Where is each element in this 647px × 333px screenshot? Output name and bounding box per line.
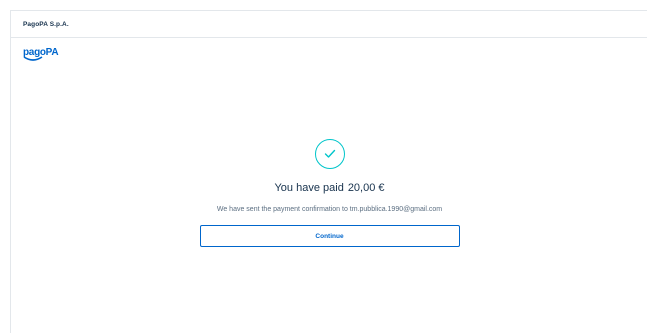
checkmark-icon	[324, 149, 335, 158]
top-bar: PagoPA S.p.A.	[11, 11, 647, 38]
page-frame: PagoPA S.p.A. pagoPA You have paid 20,00 …	[10, 10, 647, 333]
company-name: PagoPA S.p.A.	[23, 20, 69, 28]
logo-bar: pagoPA	[11, 38, 647, 68]
pagopa-logo: pagoPA	[23, 48, 59, 61]
paid-amount: 20,00 €	[347, 182, 385, 194]
logo-swoosh-icon	[23, 56, 43, 61]
payment-title: You have paid 20,00 €	[274, 182, 384, 194]
continue-button[interactable]: Continue	[199, 225, 460, 247]
paid-label: You have paid	[274, 182, 344, 194]
payment-result: You have paid 20,00 € We have sent the pa…	[11, 139, 647, 247]
check-circle-icon	[314, 139, 345, 169]
confirmation-message: We have sent the payment confirmation to…	[216, 206, 443, 213]
